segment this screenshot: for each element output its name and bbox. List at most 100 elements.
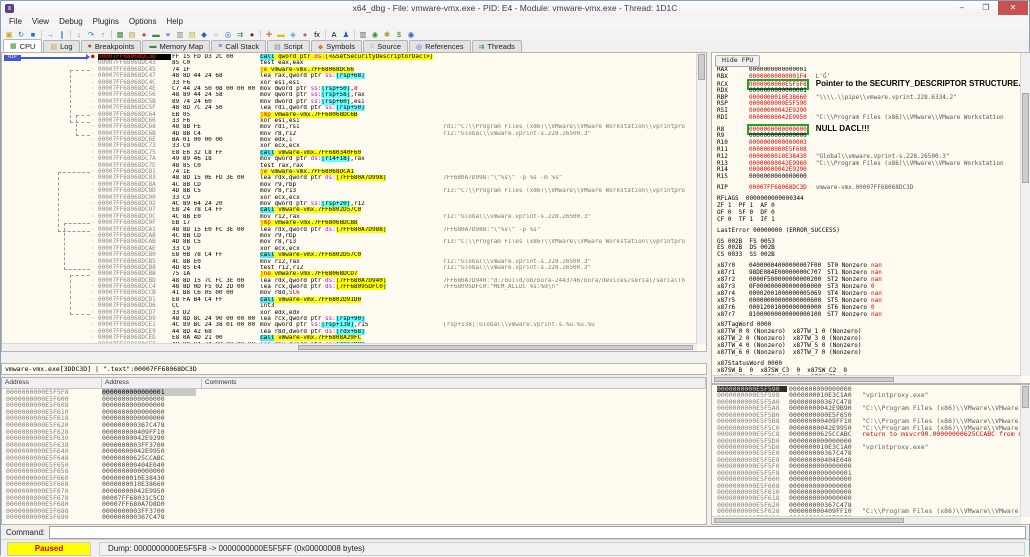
tab-source[interactable]: ○Source [363, 40, 408, 52]
breakpoints-icon[interactable]: ● [138, 29, 150, 40]
maximize-button[interactable]: ❐ [974, 1, 998, 15]
functions-icon[interactable]: fx [311, 29, 323, 40]
settings-icon[interactable]: ✱ [381, 29, 393, 40]
open-file-icon[interactable]: ▣ [3, 29, 15, 40]
dump-row[interactable]: 0000000000E5F67000000000042E9950 [2, 488, 706, 495]
minimize-button[interactable]: – [950, 1, 974, 15]
script-icon[interactable]: ▤ [186, 29, 198, 40]
dump-row[interactable]: 0000000000E5F650000000000404E040 [2, 462, 706, 469]
tab-references[interactable]: ◎References [409, 40, 470, 52]
dump-row[interactable]: 0000000000E5F628000000000409FF10 [2, 429, 706, 436]
pause-icon[interactable]: ∥ [56, 29, 68, 40]
references-icon[interactable]: ◎ [222, 29, 234, 40]
disassembly-pane[interactable]: ●00007FF68068DC3DFF 15 FD D3 2C 00call q… [1, 52, 707, 352]
symbols-icon[interactable]: ◆ [198, 29, 210, 40]
registers-vertical-scrollbar[interactable] [1020, 53, 1030, 376]
step-out-icon[interactable]: ↑ [97, 29, 109, 40]
register-row[interactable]: RIP00007FF68068DC3Dvmware-vmx.00007FF680… [712, 185, 1021, 192]
dump-row[interactable]: 0000000000E5F67800007FF68031C5CD [2, 495, 706, 502]
dump-row[interactable]: 0000000000E5F64000000000042E9950 [2, 448, 706, 455]
registers-horizontal-scrollbar[interactable] [712, 375, 1021, 383]
font-icon[interactable]: A [328, 29, 340, 40]
stack-horizontal-scrollbar[interactable] [712, 516, 1021, 524]
register-info-row[interactable]: CS 0033 SS 002B [712, 252, 1021, 259]
memory-map-icon[interactable]: ▬ [150, 29, 162, 40]
menu-item-view[interactable]: View [27, 16, 54, 28]
dump-row[interactable]: 0000000000E5F6380000000003FF3700 [2, 442, 706, 449]
stack-pane[interactable]: 0000000000E5F590000000000000000000000000… [711, 384, 1030, 525]
command-bar: Command: [1, 525, 1029, 539]
jump-bracket [76, 115, 90, 136]
cpu-icon[interactable]: ▦ [114, 29, 126, 40]
dump-row[interactable]: 0000000000E5F63000000000042E9290 [2, 435, 706, 442]
dump-row[interactable]: 0000000000E5F6100000000000000000 [2, 409, 706, 416]
titlebar[interactable]: x x64_dbg - File: vmware-vmx.exe - PID: … [1, 1, 1029, 16]
command-input[interactable] [49, 526, 1026, 539]
registers-pane[interactable]: Hide FPU RAX0000000000000001RBX000000000… [711, 52, 1030, 384]
attach-icon[interactable]: ◉ [369, 29, 381, 40]
menu-item-debug[interactable]: Debug [54, 16, 88, 28]
user-icon[interactable]: ♟ [340, 29, 352, 40]
dump-row[interactable]: 0000000000E5F6180000000000000000 [2, 415, 706, 422]
modules-icon[interactable]: ▥ [357, 29, 369, 40]
call-stack-icon[interactable]: ≡ [162, 29, 174, 40]
step-over-icon[interactable]: ↷ [85, 29, 97, 40]
comments-icon[interactable]: ▬ [275, 29, 287, 40]
stack-vertical-scrollbar[interactable] [1020, 385, 1030, 517]
dump-row[interactable]: 0000000000E5F6580000000000000000 [2, 468, 706, 475]
dump-value: 0000000010E38430 [102, 475, 196, 482]
source-icon[interactable]: ○ [210, 29, 222, 40]
dump-row[interactable]: 0000000000E5F6600000000010E38430 [2, 475, 706, 482]
dump-pane[interactable]: Address Address Comments 0000000000E5F5F… [1, 377, 707, 525]
dump-row[interactable]: 0000000000E5F68000007FF680A7D8D0 [2, 501, 706, 508]
tab-breakpoints[interactable]: ●Breakpoints [81, 40, 142, 52]
tab-memory-map[interactable]: ▬Memory Map [142, 40, 210, 52]
register-info-row[interactable]: x87TW_6 0 (Nonzero) x87TW_7 0 (Nonzero) [712, 350, 1021, 357]
tab-threads[interactable]: ⇉Threads [472, 40, 522, 52]
disasm-horizontal-scrollbar[interactable] [2, 343, 697, 351]
close-button[interactable]: ✕ [998, 1, 1028, 15]
dump-address: 0000000000E5F678 [6, 495, 100, 502]
tab-script[interactable]: ▤Script [267, 40, 310, 52]
restart-icon[interactable]: ↻ [15, 29, 27, 40]
fpu-value: nan [871, 276, 882, 283]
register-row[interactable]: x87r781000000000000000100ST7 Nonzeronan [712, 312, 1021, 319]
dump-row[interactable]: 0000000000E5F64800000000625CCABC [2, 455, 706, 462]
log-icon[interactable]: ▤ [126, 29, 138, 40]
register-info-row[interactable]: LastError 00000000 (ERROR_SUCCESS) [712, 228, 1021, 235]
register-row[interactable]: RDI00000000042E9950"C:\\Program Files (x… [712, 115, 1021, 122]
seh-chain-icon[interactable]: ▥ [174, 29, 186, 40]
bookmarks-icon[interactable]: ● [299, 29, 311, 40]
dump-row[interactable]: 0000000000E5F5F80000000000000001 [2, 389, 706, 396]
register-comment: "C:\\Program Files (x86)\\VMware\\VMware… [816, 114, 1004, 121]
menu-item-help[interactable]: Help [162, 16, 188, 28]
tab-log[interactable]: ▤Log [43, 40, 79, 52]
tab-cpu[interactable]: ▦CPU [3, 39, 42, 52]
dump-row[interactable]: 0000000000E5F690000000000367C478 [2, 514, 706, 521]
threads-icon[interactable]: ⇉ [234, 29, 246, 40]
tab-call-stack[interactable]: ≡Call Stack [211, 40, 266, 52]
menu-item-file[interactable]: File [4, 16, 27, 28]
close-debuggee-icon[interactable]: ■ [27, 29, 39, 40]
toolbar-separator [70, 30, 71, 39]
disasm-vertical-scrollbar[interactable] [696, 53, 706, 344]
menu-item-plugins[interactable]: Plugins [88, 16, 124, 28]
tab-symbols[interactable]: ◆Symbols [311, 40, 362, 52]
hide-fpu-button[interactable]: Hide FPU [715, 55, 760, 67]
step-into-icon[interactable]: ↓ [73, 29, 85, 40]
labels-icon[interactable]: ◈ [287, 29, 299, 40]
register-row[interactable]: R150000000000000000 [712, 174, 1021, 181]
patch-icon[interactable]: ✚ [263, 29, 275, 40]
dump-row[interactable]: 0000000000E5F6000000000000000000 [2, 396, 706, 403]
register-info-row[interactable]: CF 0 TF 1 IF 1 [712, 217, 1021, 224]
donate-icon[interactable]: $ [393, 29, 405, 40]
dump-row[interactable]: 0000000000E5F6680000000010E38660 [2, 481, 706, 488]
scylla-icon[interactable]: ● [246, 29, 258, 40]
dump-row[interactable]: 0000000000E5F620000000000367C478 [2, 422, 706, 429]
dump-row[interactable]: 0000000000E5F6880000000003FF3700 [2, 508, 706, 515]
dump-row[interactable]: 0000000000E5F6080000000000000000 [2, 402, 706, 409]
menu-item-options[interactable]: Options [124, 16, 162, 28]
about-icon[interactable]: ◉ [405, 29, 417, 40]
fpu-status-label: ST6 Nonzero [827, 304, 867, 311]
run-icon[interactable]: → [44, 29, 56, 40]
